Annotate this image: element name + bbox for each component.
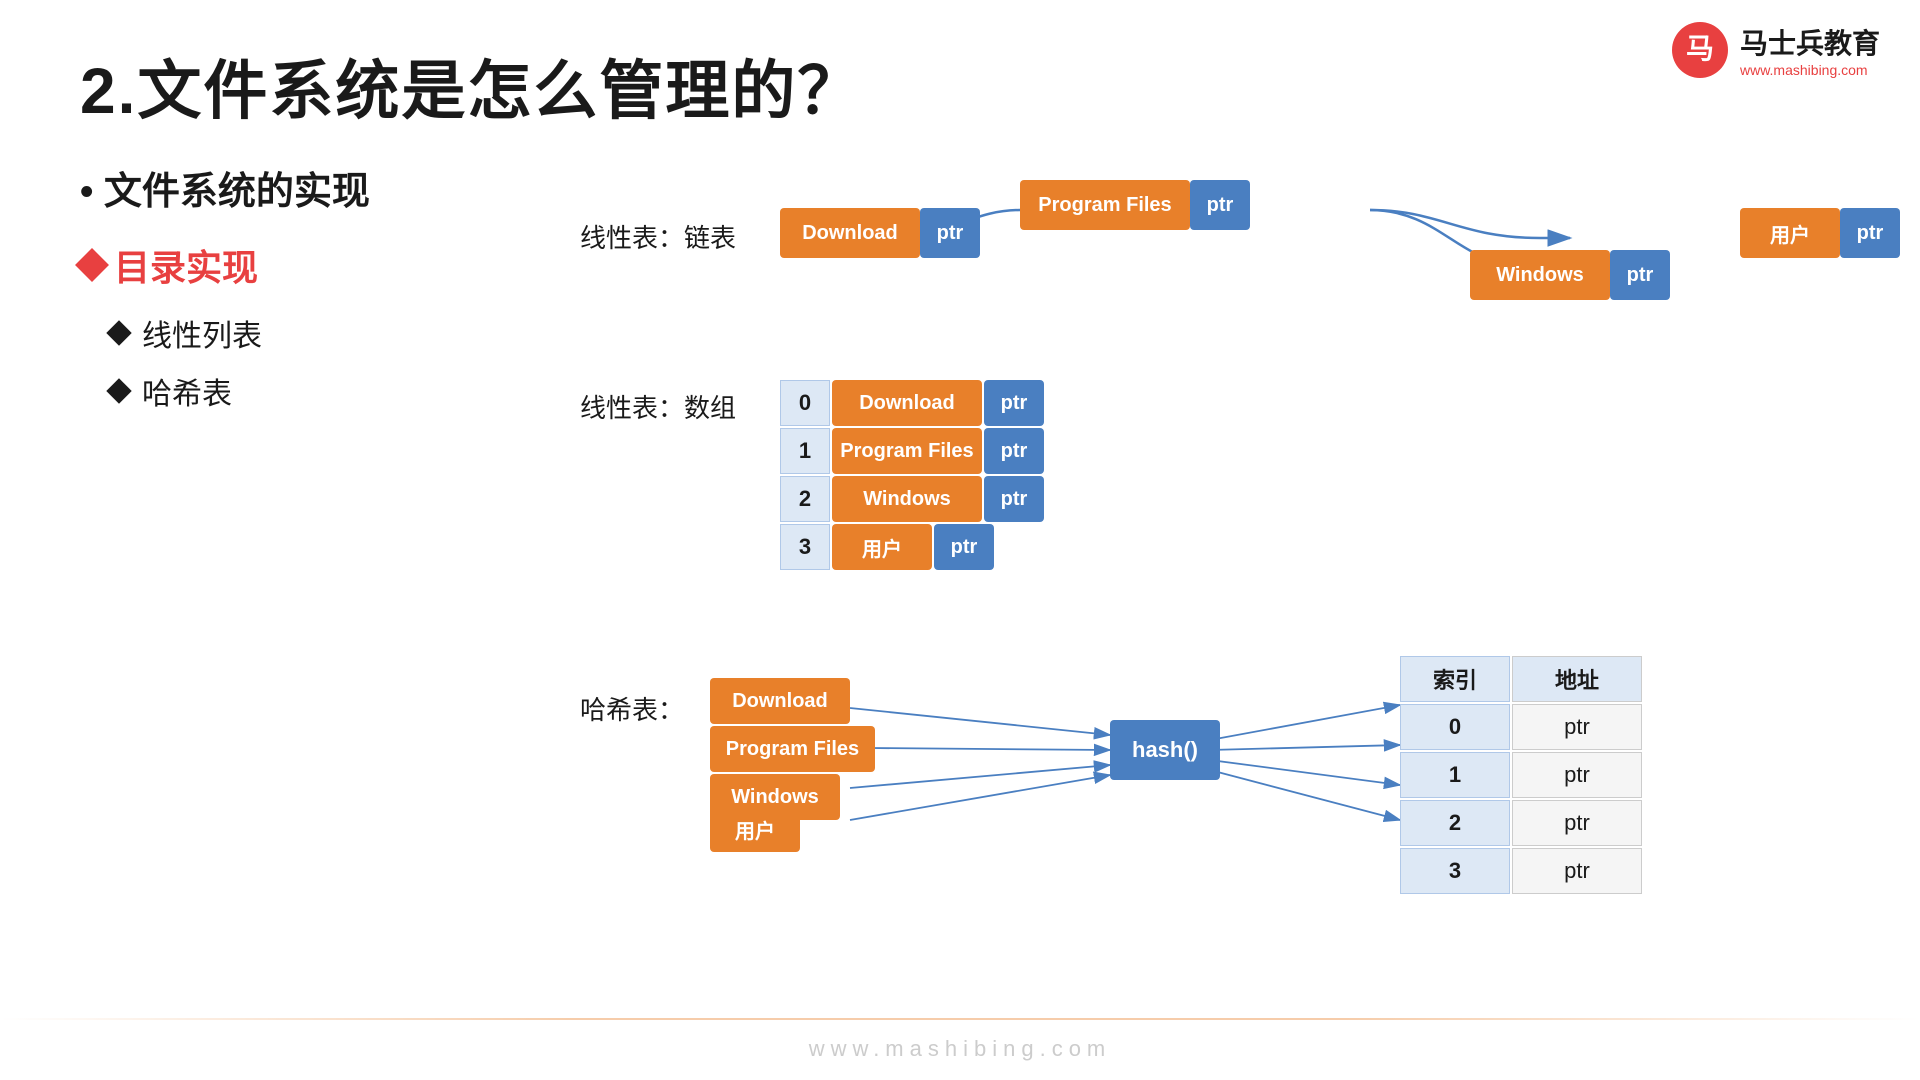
main-section-title: 文件系统的实现 bbox=[80, 160, 540, 215]
array-windows: Windows bbox=[832, 476, 982, 522]
array-download: Download bbox=[832, 380, 982, 426]
hash-row-2-index: 2 bbox=[1400, 800, 1510, 846]
left-panel: 文件系统的实现 目录实现 线性列表 哈希表 bbox=[80, 160, 540, 427]
user-ptr: ptr bbox=[1840, 208, 1900, 258]
array-ptr-3: ptr bbox=[934, 524, 994, 570]
logo-icon: 马 bbox=[1670, 20, 1730, 80]
array-user: 用户 bbox=[832, 524, 932, 570]
sub-items: 线性列表 哈希表 bbox=[110, 311, 540, 413]
array-ptr-0: ptr bbox=[984, 380, 1044, 426]
hash-row-0-index: 0 bbox=[1400, 704, 1510, 750]
array-index-3: 3 bbox=[780, 524, 830, 570]
diamond-icon-2 bbox=[106, 320, 131, 345]
table-header-addr: 地址 bbox=[1512, 656, 1642, 702]
highlight-title: 目录实现 bbox=[80, 239, 540, 291]
label-linked-list: 线性表：链表 bbox=[580, 218, 736, 255]
logo-url: www.mashibing.com bbox=[1740, 62, 1868, 78]
array-programfiles: Program Files bbox=[832, 428, 982, 474]
programfiles-linked-node: Program Files bbox=[1020, 180, 1190, 230]
windows-ptr: ptr bbox=[1610, 250, 1670, 300]
watermark: www.mashibing.com bbox=[809, 1036, 1112, 1062]
array-index-0: 0 bbox=[780, 380, 830, 426]
diagram-area: 线性表：链表 Download ptr Program Files ptr Wi… bbox=[580, 150, 1840, 990]
windows-linked-node: Windows bbox=[1470, 250, 1610, 300]
hash-row-1-index: 1 bbox=[1400, 752, 1510, 798]
page-title: 2.文件系统是怎么管理的？ bbox=[80, 40, 863, 132]
array-ptr-2: ptr bbox=[984, 476, 1044, 522]
diamond-icon-3 bbox=[106, 378, 131, 403]
logo-area: 马 马士兵教育 www.mashibing.com bbox=[1670, 20, 1880, 80]
user-linked-node: 用户 bbox=[1740, 208, 1840, 258]
array-index-1: 1 bbox=[780, 428, 830, 474]
diamond-icon bbox=[75, 248, 109, 282]
array-index-2: 2 bbox=[780, 476, 830, 522]
sub-item-hash: 哈希表 bbox=[110, 369, 540, 413]
hash-input-download: Download bbox=[710, 678, 850, 724]
hash-row-3-index: 3 bbox=[1400, 848, 1510, 894]
table-header-index: 索引 bbox=[1400, 656, 1510, 702]
hash-row-1-ptr: ptr bbox=[1512, 752, 1642, 798]
svg-text:马: 马 bbox=[1686, 33, 1714, 64]
programfiles-ptr: ptr bbox=[1190, 180, 1250, 230]
hash-func: hash() bbox=[1110, 720, 1220, 780]
hash-row-3-ptr: ptr bbox=[1512, 848, 1642, 894]
label-hash: 哈希表： bbox=[580, 690, 684, 727]
hash-input-user: 用户 bbox=[710, 806, 800, 852]
array-ptr-1: ptr bbox=[984, 428, 1044, 474]
bottom-line bbox=[0, 1018, 1920, 1020]
hash-row-0-ptr: ptr bbox=[1512, 704, 1642, 750]
logo-name: 马士兵教育 bbox=[1740, 22, 1880, 62]
hash-row-2-ptr: ptr bbox=[1512, 800, 1642, 846]
label-array: 线性表：数组 bbox=[580, 388, 736, 425]
hash-input-programfiles: Program Files bbox=[710, 726, 875, 772]
logo-text: 马士兵教育 www.mashibing.com bbox=[1740, 22, 1880, 78]
download-linked-node: Download bbox=[780, 208, 920, 258]
sub-item-linear: 线性列表 bbox=[110, 311, 540, 355]
download-ptr: ptr bbox=[920, 208, 980, 258]
